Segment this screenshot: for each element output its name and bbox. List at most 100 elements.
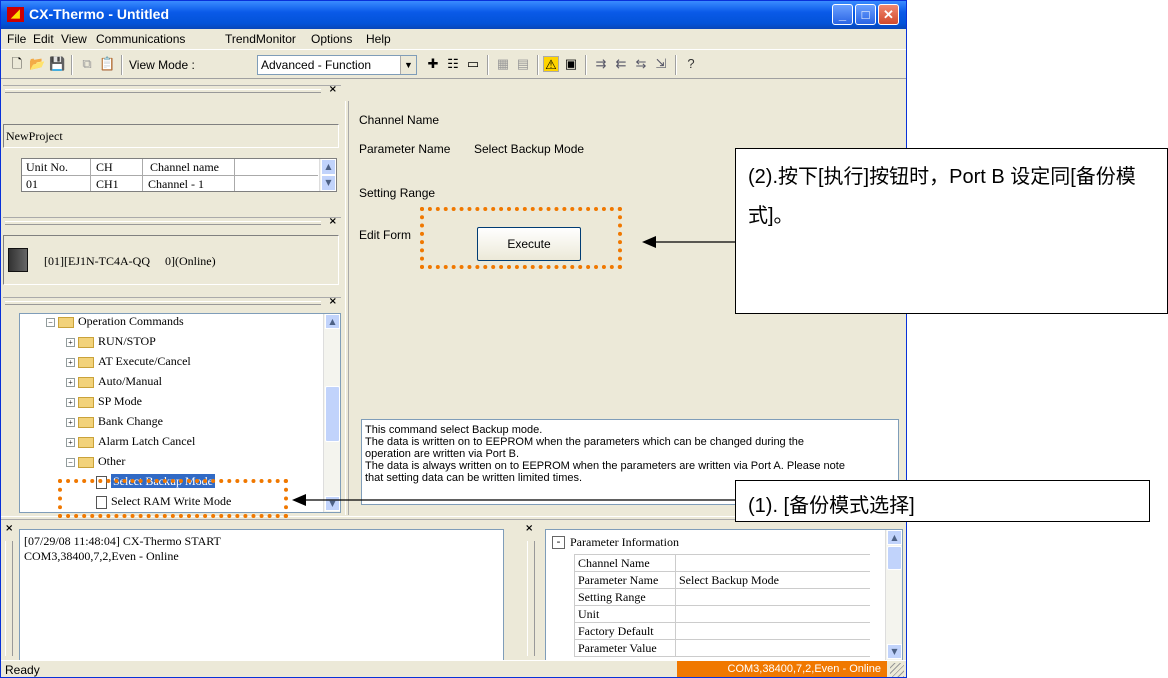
- description-line: The data is written on to EEPROM when th…: [365, 436, 805, 448]
- expand-icon[interactable]: +: [66, 437, 75, 447]
- col-ch[interactable]: CH: [96, 160, 113, 175]
- title-bar[interactable]: ◢ CX-Thermo - Untitled _ □ ✕: [1, 1, 906, 29]
- col-unit-no[interactable]: Unit No.: [26, 160, 68, 175]
- open-folder-icon[interactable]: 📂: [29, 56, 45, 72]
- collapse-icon[interactable]: −: [66, 457, 75, 467]
- param-info-key: Setting Range: [578, 590, 646, 604]
- param-info-scrollbar[interactable]: ▲ ▼: [885, 530, 902, 660]
- maximize-button[interactable]: □: [855, 4, 876, 25]
- warning-icon[interactable]: ⚠: [543, 56, 559, 72]
- tree-item-label: Other: [98, 454, 126, 468]
- close-pane-icon[interactable]: ×: [329, 216, 337, 227]
- toolbar-separator: [121, 55, 123, 75]
- close-button[interactable]: ✕: [878, 4, 899, 25]
- help-icon[interactable]: ?: [683, 56, 699, 72]
- folder-icon: [78, 336, 94, 348]
- tree-scrollbar[interactable]: ▲ ▼: [323, 314, 340, 512]
- tree-item-label: RUN/STOP: [98, 334, 156, 348]
- tree-item[interactable]: + Alarm Latch Cancel: [66, 434, 195, 454]
- scroll-up-icon[interactable]: ▲: [325, 314, 340, 329]
- scroll-down-icon[interactable]: ▼: [887, 644, 902, 659]
- folder-icon: [78, 416, 94, 428]
- close-param-info-icon[interactable]: ×: [525, 523, 533, 534]
- grip-lines: [5, 221, 321, 225]
- compare-icon[interactable]: ▦: [495, 56, 511, 72]
- folder-icon: [78, 436, 94, 448]
- new-file-icon[interactable]: 🗋: [9, 56, 25, 72]
- scroll-down-icon[interactable]: ▼: [321, 175, 336, 191]
- expand-icon[interactable]: +: [66, 337, 75, 347]
- close-pane-icon[interactable]: ×: [329, 296, 337, 307]
- tree-item[interactable]: − Operation Commands: [46, 314, 184, 334]
- param-info-key: Unit: [578, 607, 600, 621]
- expand-icon[interactable]: +: [66, 377, 75, 387]
- transfer-from-device-icon[interactable]: ⇇: [613, 56, 629, 72]
- save-icon[interactable]: 💾: [49, 56, 65, 72]
- resize-grip-icon[interactable]: [890, 663, 904, 677]
- menu-help[interactable]: Help: [366, 32, 391, 46]
- toolbar-separator: [71, 55, 73, 75]
- scroll-down-icon[interactable]: ▼: [325, 496, 340, 511]
- expand-icon[interactable]: +: [66, 417, 75, 427]
- close-log-icon[interactable]: ×: [5, 523, 13, 534]
- transfer-to-device-icon[interactable]: ⇉: [593, 56, 609, 72]
- add-unit-icon[interactable]: ✚: [425, 56, 441, 72]
- vertical-splitter[interactable]: [345, 101, 349, 515]
- device-box[interactable]: [01][EJ1N-TC4A-QQ 0](Online): [3, 235, 339, 285]
- param-info-key: Parameter Name: [578, 573, 659, 587]
- description-line: This command select Backup mode.: [365, 424, 543, 436]
- param-info-row: Factory Default: [575, 623, 870, 640]
- copy-icon[interactable]: ⧉: [79, 56, 95, 72]
- tree-item[interactable]: + Auto/Manual: [66, 374, 162, 394]
- column-divider: [675, 606, 676, 623]
- scroll-up-icon[interactable]: ▲: [887, 530, 902, 545]
- scroll-up-icon[interactable]: ▲: [321, 159, 336, 175]
- menu-communications[interactable]: Communications: [96, 32, 185, 46]
- col-channel-name[interactable]: Channel name: [150, 160, 219, 175]
- view-mode-select[interactable]: Advanced - Function ▼: [257, 55, 417, 75]
- paste-icon[interactable]: 📋: [99, 56, 115, 72]
- menu-edit[interactable]: Edit: [33, 32, 54, 46]
- menu-trendmonitor[interactable]: TrendMonitor: [225, 32, 296, 46]
- folder-icon: [58, 316, 74, 328]
- unit-table-header: Unit No. CH Channel name: [22, 159, 318, 191]
- collapse-toggle[interactable]: -: [552, 536, 565, 549]
- param-info-table: Channel Name Parameter Name Select Backup …: [574, 554, 870, 657]
- scroll-thumb[interactable]: [325, 386, 340, 442]
- folder-icon: [78, 356, 94, 368]
- param-info-key: Parameter Value: [578, 641, 657, 655]
- menu-file[interactable]: File: [7, 32, 26, 46]
- connection-status: COM3,38400,7,2,Even - Online: [677, 661, 887, 677]
- remove-unit-icon[interactable]: ▭: [465, 56, 481, 72]
- description-line: The data is always written on to EEPROM …: [365, 460, 845, 472]
- compare-device-icon[interactable]: ⇆: [633, 56, 649, 72]
- expand-icon[interactable]: +: [66, 397, 75, 407]
- minimize-button[interactable]: _: [832, 4, 853, 25]
- project-name: NewProject: [6, 129, 63, 143]
- window-title: CX-Thermo - Untitled: [29, 6, 169, 22]
- close-pane-icon[interactable]: ×: [329, 84, 337, 95]
- menu-view[interactable]: View: [61, 32, 87, 46]
- callout-select-backup-note: (1). [备份模式选择]: [735, 480, 1150, 522]
- export-icon[interactable]: ⇲: [653, 56, 669, 72]
- tree-item[interactable]: + Bank Change: [66, 414, 163, 434]
- grid-icon[interactable]: ▤: [515, 56, 531, 72]
- project-name-box[interactable]: NewProject: [3, 124, 339, 148]
- tree-item[interactable]: + SP Mode: [66, 394, 142, 414]
- tree-item[interactable]: − Other: [66, 454, 125, 474]
- info-panel-icon[interactable]: ▣: [563, 56, 579, 72]
- tree-item[interactable]: + RUN/STOP: [66, 334, 156, 354]
- collapse-icon[interactable]: −: [46, 317, 55, 327]
- column-divider: [675, 555, 676, 572]
- expand-icon[interactable]: +: [66, 357, 75, 367]
- table-row[interactable]: 01 CH1 Channel - 1: [22, 176, 318, 191]
- status-left: Ready: [5, 663, 40, 677]
- scroll-thumb[interactable]: [887, 546, 902, 570]
- menu-options[interactable]: Options: [311, 32, 352, 46]
- unit-list-icon[interactable]: ☷: [445, 56, 461, 72]
- unit-table-scrollbar[interactable]: ▲ ▼: [319, 159, 336, 191]
- chevron-down-icon[interactable]: ▼: [400, 56, 416, 74]
- tree-item[interactable]: + AT Execute/Cancel: [66, 354, 191, 374]
- tree-item-label: AT Execute/Cancel: [98, 354, 191, 368]
- callout-1-text: (1). [备份模式选择]: [748, 495, 915, 517]
